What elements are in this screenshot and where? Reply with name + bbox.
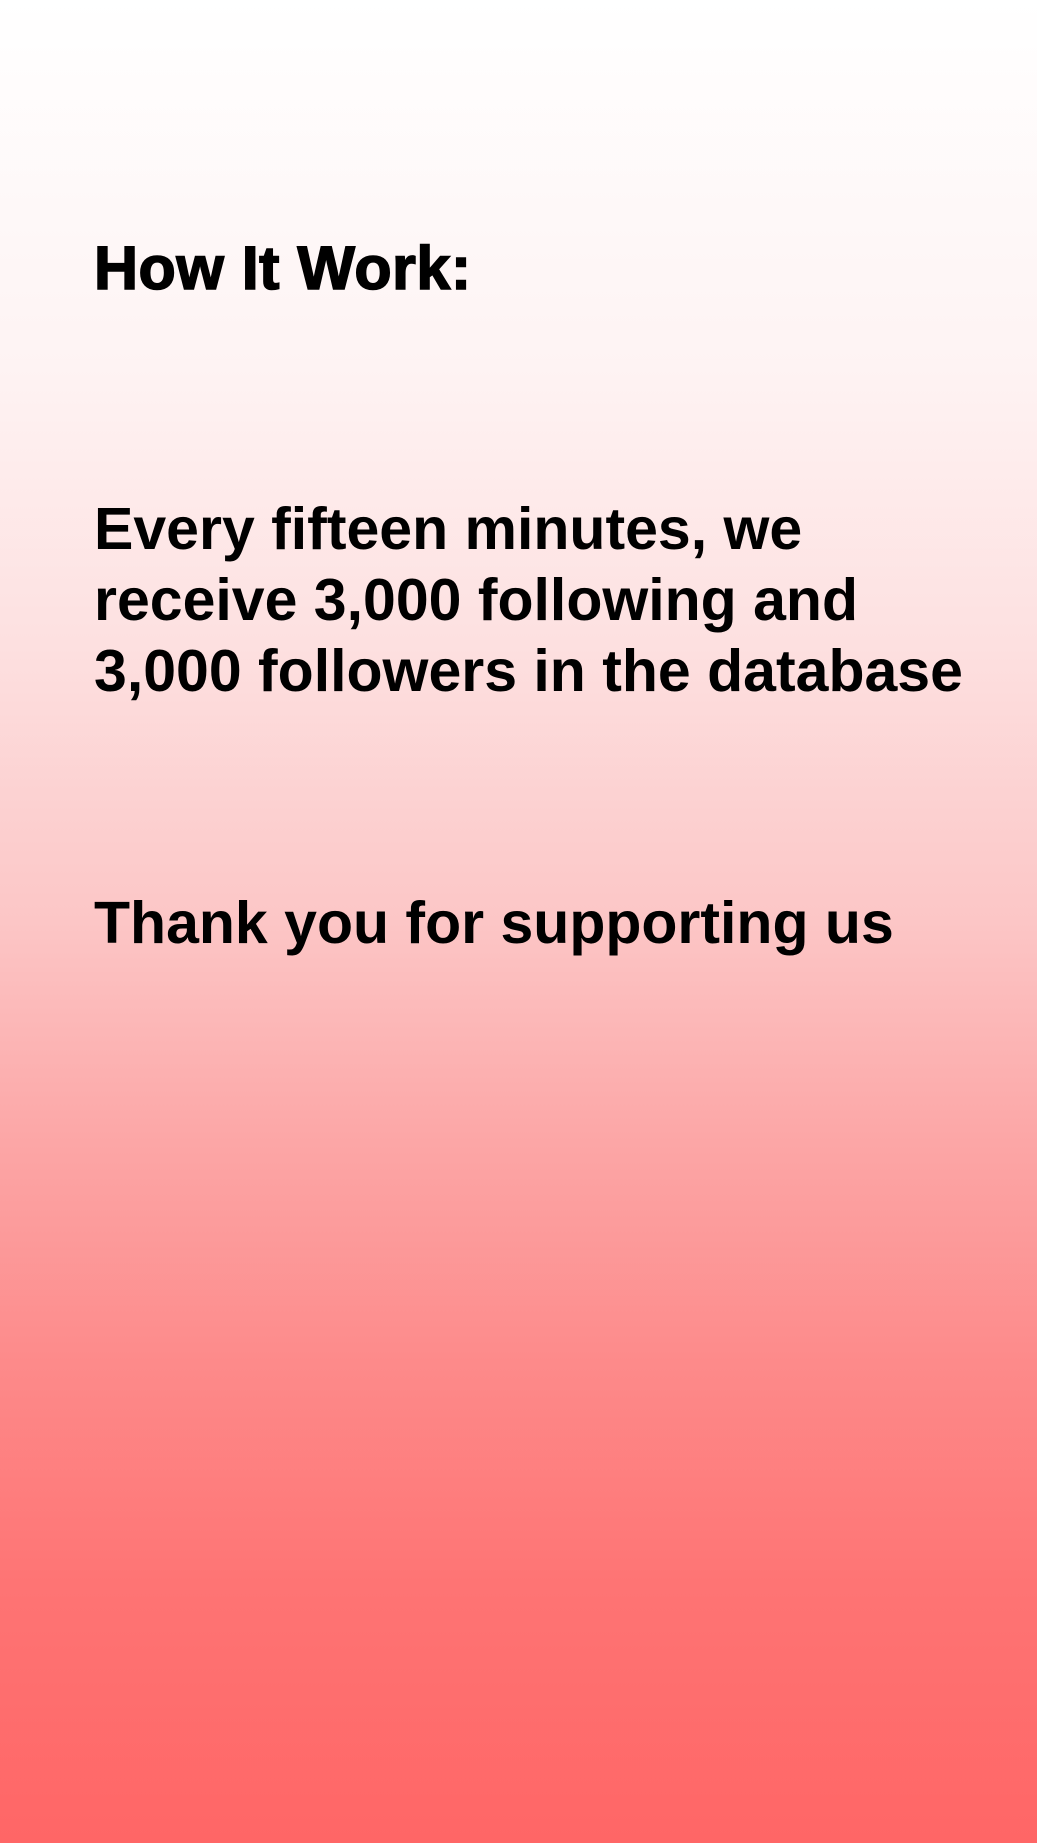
page-title: How It Work: — [93, 234, 472, 302]
description-text: Every fifteen minutes, we receive 3,000 … — [94, 496, 963, 704]
thank-you-text: Thank you for supporting us — [94, 890, 894, 956]
info-screen: How It Work: Every fifteen minutes, we r… — [0, 0, 1037, 1843]
